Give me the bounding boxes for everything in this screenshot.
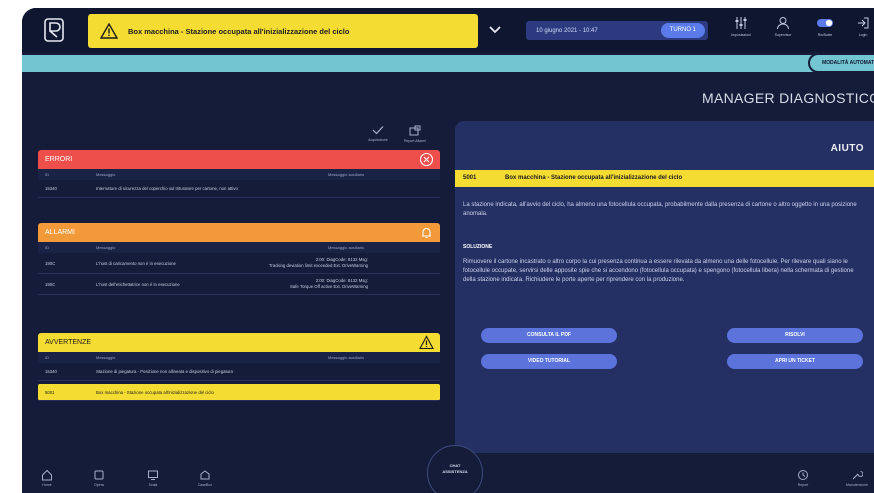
error-circle-icon (419, 152, 434, 167)
chevron-down-icon[interactable] (488, 23, 502, 37)
toggle-icon (817, 19, 833, 27)
errors-title: ERRORI (45, 156, 73, 163)
check-icon (372, 126, 384, 135)
app-screen: Box macchina - Stazione occupata all'ini… (22, 8, 874, 493)
alarm-report-button[interactable]: Report Allarmi (398, 125, 432, 143)
warnings-title: AVVERTENZE (45, 339, 92, 346)
solution-title: SOLUZIONE (463, 244, 493, 250)
alarms-panel: ALLARMI ID Messaggio Messaggio ausiliari… (38, 223, 440, 295)
day-night-toggle[interactable]: Ris/Notte (810, 16, 840, 46)
help-description: La stazione indicata, all'avvio del cicl… (463, 202, 857, 217)
sliders-icon (735, 17, 747, 29)
clock-icon (798, 470, 808, 480)
home-icon (42, 469, 52, 481)
report-icon (409, 125, 421, 136)
supervisor-button[interactable]: Supervisor (768, 16, 798, 46)
consult-pdf-button[interactable]: CONSULTA IL PDF (481, 328, 617, 343)
login-button[interactable]: Login (848, 16, 874, 46)
page-title: MANAGER DIAGNOSTICO (702, 90, 874, 106)
errors-header: ERRORI (38, 150, 440, 169)
active-alert-banner[interactable]: Box macchina - Stazione occupata all'ini… (88, 14, 478, 48)
open-ticket-button[interactable]: APRI UN TICKET (727, 354, 863, 369)
monitor-icon (148, 470, 158, 480)
datetime-text: 10 giugno 2021 - 10:47 (536, 27, 598, 34)
wrench-icon (852, 470, 863, 480)
shift-badge[interactable]: TURNO 1 (660, 23, 705, 38)
casebox-icon (200, 470, 210, 480)
nav-maintenance[interactable]: Manutenzione (837, 469, 874, 487)
warnings-column-header: ID Messaggio Messaggio ausiliario (38, 352, 440, 363)
warning-icon (419, 335, 434, 350)
table-row[interactable]: 15340 Stazione di piegatura - Posizione … (38, 363, 440, 381)
warning-icon (100, 23, 118, 39)
table-row[interactable]: 190C L'host dell'etichettatrice non è in… (38, 274, 440, 295)
table-row-selected[interactable]: 5001 Box macchina - Stazione occupata al… (38, 384, 440, 401)
help-panel: AIUTO 5001 Box macchina - Stazione occup… (455, 121, 874, 453)
table-row[interactable]: 190C L'host di caricamento non è in esec… (38, 253, 440, 274)
alarms-header: ALLARMI (38, 223, 440, 242)
nav-home[interactable]: Home (32, 469, 62, 487)
alarms-title: ALLARMI (45, 229, 75, 236)
nav-scala[interactable]: Scala (138, 469, 168, 487)
datetime-display: 10 giugno 2021 - 10:47 TURNO 1 (526, 21, 708, 40)
nav-report[interactable]: Report (788, 469, 818, 487)
alert-text: Box macchina - Stazione occupata all'ini… (128, 26, 350, 36)
help-title: AIUTO (830, 143, 864, 154)
nav-casebox[interactable]: CaseBox (190, 469, 220, 487)
alarms-column-header: ID Messaggio Messaggio ausiliario (38, 242, 440, 253)
bell-icon (422, 227, 431, 239)
login-icon (858, 17, 869, 29)
app-logo-icon (44, 18, 64, 42)
user-icon (777, 17, 789, 30)
errors-column-header: ID Messaggio Messaggio ausiliario (38, 169, 440, 180)
nav-opera[interactable]: Opera (84, 469, 114, 487)
chat-assistance-button[interactable]: CHAT ASSISTENZA (427, 445, 483, 493)
acquisition-button[interactable]: Acquisizione (361, 125, 395, 142)
mode-strip (22, 55, 874, 72)
errors-panel: ERRORI ID Messaggio Messaggio ausiliario… (38, 150, 440, 198)
help-selected-message: 5001 Box macchina - Stazione occupata al… (455, 170, 874, 187)
top-bar: Box macchina - Stazione occupata all'ini… (22, 8, 874, 52)
warnings-panel: AVVERTENZE ID Messaggio Messaggio ausili… (38, 333, 440, 401)
settings-button[interactable]: Impostazioni (726, 16, 756, 46)
warnings-header: AVVERTENZE (38, 333, 440, 352)
video-tutorial-button[interactable]: VIDEO TUTORIAL (481, 354, 617, 369)
help-solution: Rimuovere il cartone incastrato o altro … (463, 259, 854, 283)
resolve-button[interactable]: RISOLVI (727, 328, 863, 343)
box-icon (94, 470, 104, 480)
mode-badge[interactable]: MODALITÀ AUTOMATICA (808, 53, 874, 73)
table-row[interactable]: 15340 Interruttore di sicurezza del cope… (38, 180, 440, 198)
